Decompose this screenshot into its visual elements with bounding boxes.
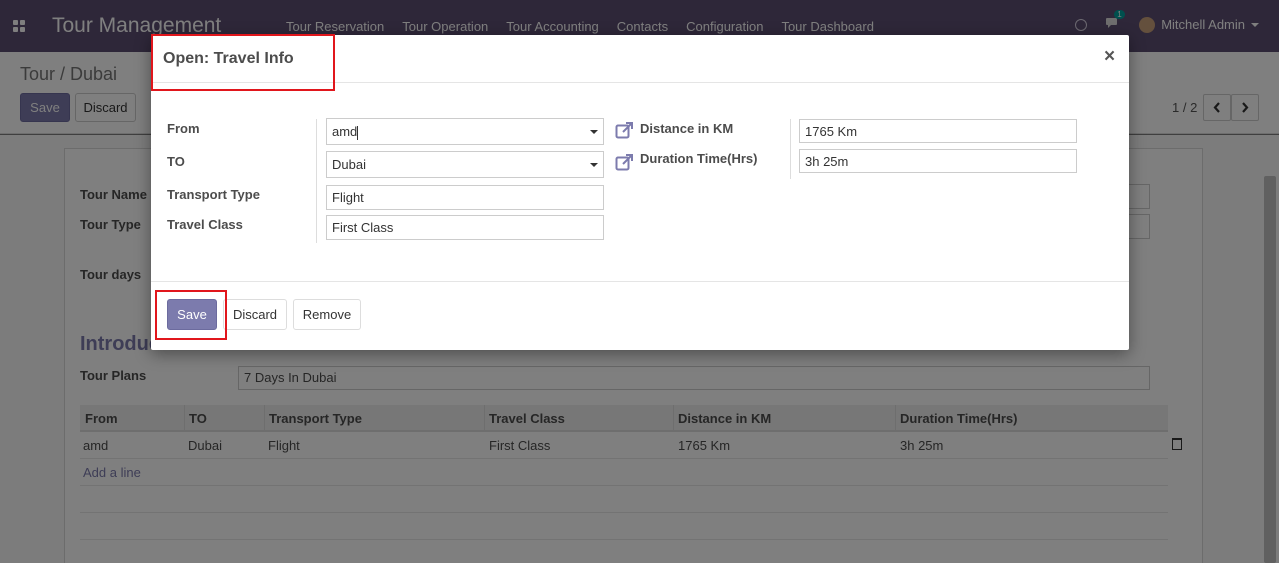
from-label: From (167, 121, 200, 136)
distance-label: Distance in KM (640, 121, 734, 136)
remove-button[interactable]: Remove (293, 299, 361, 330)
caret-down-icon (590, 130, 598, 134)
modal-footer: Save Discard Remove (151, 281, 1129, 350)
modal-header: Open: Travel Info × (151, 35, 1129, 83)
close-icon[interactable]: × (1104, 47, 1115, 66)
column-divider (316, 119, 317, 243)
distance-field[interactable]: 1765 Km (799, 119, 1077, 143)
save-button[interactable]: Save (167, 299, 217, 330)
to-label: TO (167, 154, 185, 169)
travel-class-field[interactable]: First Class (326, 215, 604, 240)
travel-class-label: Travel Class (167, 217, 243, 232)
transport-type-label: Transport Type (167, 187, 260, 202)
external-link-icon[interactable] (615, 122, 634, 139)
from-select[interactable]: amd (326, 118, 604, 145)
from-value: amd (332, 124, 358, 139)
caret-down-icon (590, 163, 598, 167)
column-divider (790, 119, 791, 179)
discard-button[interactable]: Discard (223, 299, 287, 330)
transport-type-field[interactable]: Flight (326, 185, 604, 210)
to-value: Dubai (332, 157, 366, 172)
text-cursor (357, 125, 359, 140)
travel-info-dialog: Open: Travel Info × From amd TO Dubai Tr… (151, 35, 1129, 350)
to-select[interactable]: Dubai (326, 151, 604, 178)
modal-title: Open: Travel Info (163, 50, 294, 67)
external-link-icon[interactable] (615, 154, 634, 171)
duration-field[interactable]: 3h 25m (799, 149, 1077, 173)
duration-label: Duration Time(Hrs) (640, 151, 758, 166)
